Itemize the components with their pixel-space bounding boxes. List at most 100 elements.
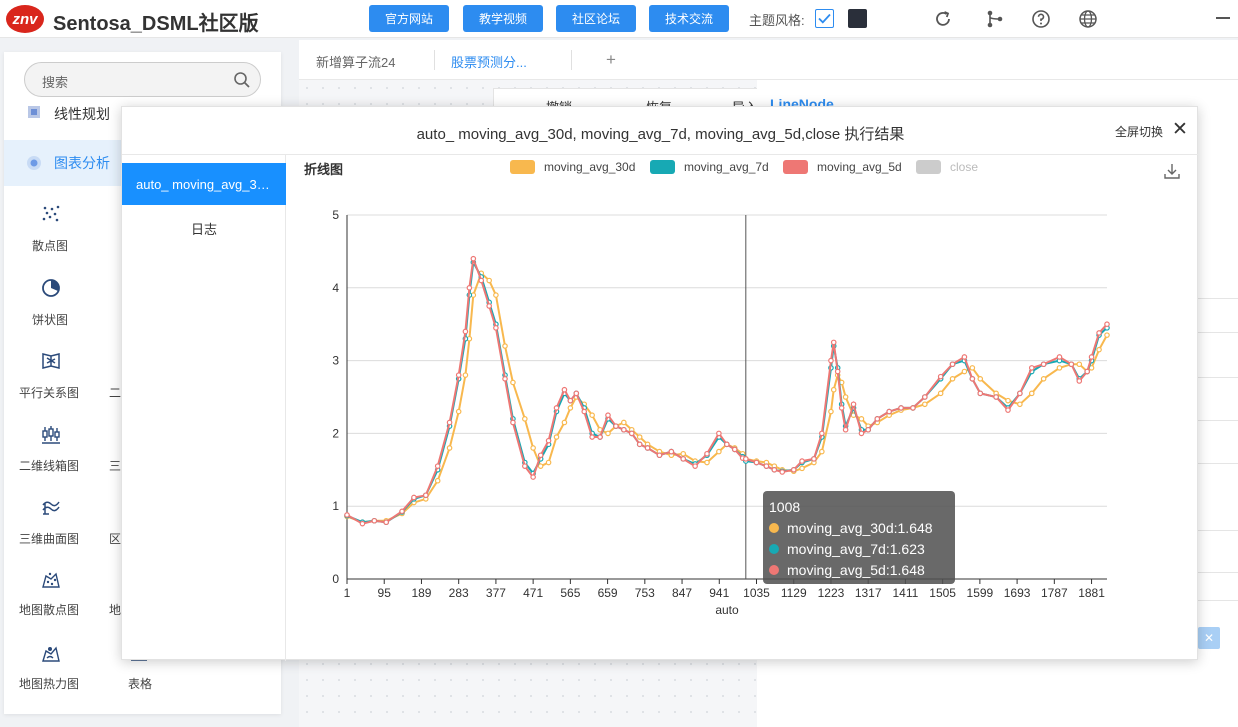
panel-divider: [1198, 572, 1238, 573]
category-chart-analysis[interactable]: 图表分析: [4, 140, 121, 186]
data-point: [910, 405, 916, 411]
legend-item-close[interactable]: close: [916, 160, 978, 174]
refresh-icon[interactable]: [932, 8, 954, 30]
x-tick-label: 1223: [818, 586, 845, 600]
tab-bar: 新增算子流24 股票预测分... +: [299, 40, 1238, 80]
help-icon[interactable]: [1030, 8, 1052, 30]
surface-icon: [42, 501, 60, 515]
log-tab[interactable]: 日志: [122, 219, 286, 238]
legend-item-7d[interactable]: moving_avg_7d: [650, 160, 769, 174]
x-tick-label: 565: [560, 586, 580, 600]
search-placeholder: 搜索: [42, 75, 69, 90]
data-point: [1076, 361, 1083, 368]
data-point: [605, 412, 611, 419]
legend-item-30d[interactable]: moving_avg_30d: [510, 160, 635, 174]
tooltip-value: moving_avg_7d:1.623: [787, 541, 925, 557]
data-point: [455, 408, 462, 415]
data-point: [680, 456, 687, 462]
data-point: [850, 401, 857, 408]
series-line-moving_avg_30d: [346, 271, 1108, 524]
x-tick-label: 753: [635, 586, 655, 600]
sidebar-item-map-heat[interactable]: 地图热力图: [12, 642, 112, 692]
data-point: [858, 416, 865, 422]
tutorial-video-button[interactable]: 教学视频: [463, 5, 543, 32]
data-point: [842, 394, 849, 400]
scatter-icon: [42, 205, 60, 222]
data-point: [553, 405, 560, 411]
data-point: [1104, 332, 1110, 338]
data-point: [874, 416, 881, 422]
sidebar-item-boxplot[interactable]: 二维线箱图: [12, 422, 112, 473]
chart-analysis-icon: [27, 156, 41, 170]
data-point: [1084, 368, 1090, 375]
x-tick-label: 95: [378, 586, 392, 600]
data-point: [589, 434, 595, 440]
data-point: [668, 448, 675, 455]
tooltip-value: moving_avg_5d:1.648: [787, 562, 925, 578]
download-icon[interactable]: [1163, 162, 1181, 180]
panel-close-button[interactable]: ✕: [1198, 627, 1220, 649]
sidebar-item-partial-label: 二: [109, 386, 122, 400]
data-point: [922, 401, 928, 408]
data-point: [858, 430, 865, 437]
search-input[interactable]: 搜索: [24, 62, 261, 97]
chart-type-label: 折线图: [304, 162, 344, 177]
data-point: [656, 452, 663, 459]
result-tab[interactable]: auto_ moving_avg_30d, moving_avg_7d, mov…: [122, 163, 286, 205]
category-chart-analysis-label: 图表分析: [54, 155, 110, 171]
official-site-button[interactable]: 官方网站: [369, 5, 449, 32]
result-modal: auto_ moving_avg_30d, moving_avg_7d, mov…: [121, 106, 1199, 661]
data-point: [545, 459, 552, 466]
x-tick-label: 659: [598, 586, 618, 600]
data-point: [537, 452, 544, 459]
sidebar-item-map-scatter[interactable]: 地图散点图: [12, 568, 112, 618]
x-tick-label: 1881: [1078, 586, 1105, 600]
data-point: [621, 426, 627, 433]
data-point: [434, 477, 441, 484]
tooltip-row: moving_avg_7d:1.623: [769, 541, 925, 557]
tab-stock-prediction[interactable]: 股票预测分...: [451, 52, 527, 71]
globe-icon[interactable]: [1077, 8, 1099, 30]
sidebar-item-surface[interactable]: 三维曲面图: [12, 495, 112, 546]
panel-divider: [1198, 298, 1238, 299]
x-tick-label: 1505: [929, 586, 956, 600]
line-chart[interactable]: 0123451 95 189 283 377 471 565 659 753 847 941 1035…: [286, 203, 1186, 623]
branch-icon[interactable]: [984, 8, 1006, 30]
data-point: [486, 303, 492, 309]
tab-new-flow[interactable]: 新增算子流24: [316, 52, 395, 71]
data-point: [704, 459, 710, 466]
data-point: [636, 434, 643, 440]
linear-programming-icon: [28, 106, 40, 118]
data-point: [567, 397, 574, 404]
data-point: [811, 456, 817, 462]
legend-item-5d[interactable]: moving_avg_5d: [783, 160, 902, 174]
sidebar-item-pie[interactable]: 饼状图: [12, 276, 92, 327]
category-linear-programming[interactable]: 线性规划: [4, 102, 121, 124]
search-icon[interactable]: [233, 71, 251, 89]
x-tick-label: 1: [344, 586, 351, 600]
minimize-icon[interactable]: [1216, 17, 1230, 19]
tooltip-row: moving_avg_30d:1.648: [769, 520, 933, 536]
data-point: [1017, 390, 1023, 397]
modal-title: auto_ moving_avg_30d, moving_avg_7d, mov…: [416, 126, 905, 143]
legend-swatch: [650, 160, 675, 174]
tech-exchange-button[interactable]: 技术交流: [649, 5, 729, 32]
fullscreen-toggle-button[interactable]: 全屏切换: [1115, 123, 1163, 140]
y-tick-label: 0: [332, 572, 339, 586]
data-point: [977, 390, 984, 397]
sidebar-item-scatter[interactable]: 散点图: [12, 202, 92, 253]
add-tab-button[interactable]: +: [606, 50, 616, 70]
tooltip-dot: [769, 565, 779, 575]
data-point: [779, 469, 786, 475]
logo: znv: [6, 5, 44, 33]
community-forum-button[interactable]: 社区论坛: [556, 5, 636, 32]
data-point: [898, 405, 904, 411]
sidebar-item-label: 散点图: [32, 239, 69, 253]
chart-tooltip: 1008 moving_avg_30d:1.648 moving_avg_7d:…: [763, 491, 955, 584]
sidebar-item-parallel[interactable]: 平行关系图: [12, 349, 112, 400]
theme-light-checkbox[interactable]: [815, 9, 834, 28]
modal-close-button[interactable]: ✕: [1172, 120, 1188, 139]
sidebar-item-label: 饼状图: [32, 313, 69, 327]
sidebar-item-label: 地图散点图: [19, 603, 80, 617]
theme-dark-swatch[interactable]: [848, 9, 867, 28]
